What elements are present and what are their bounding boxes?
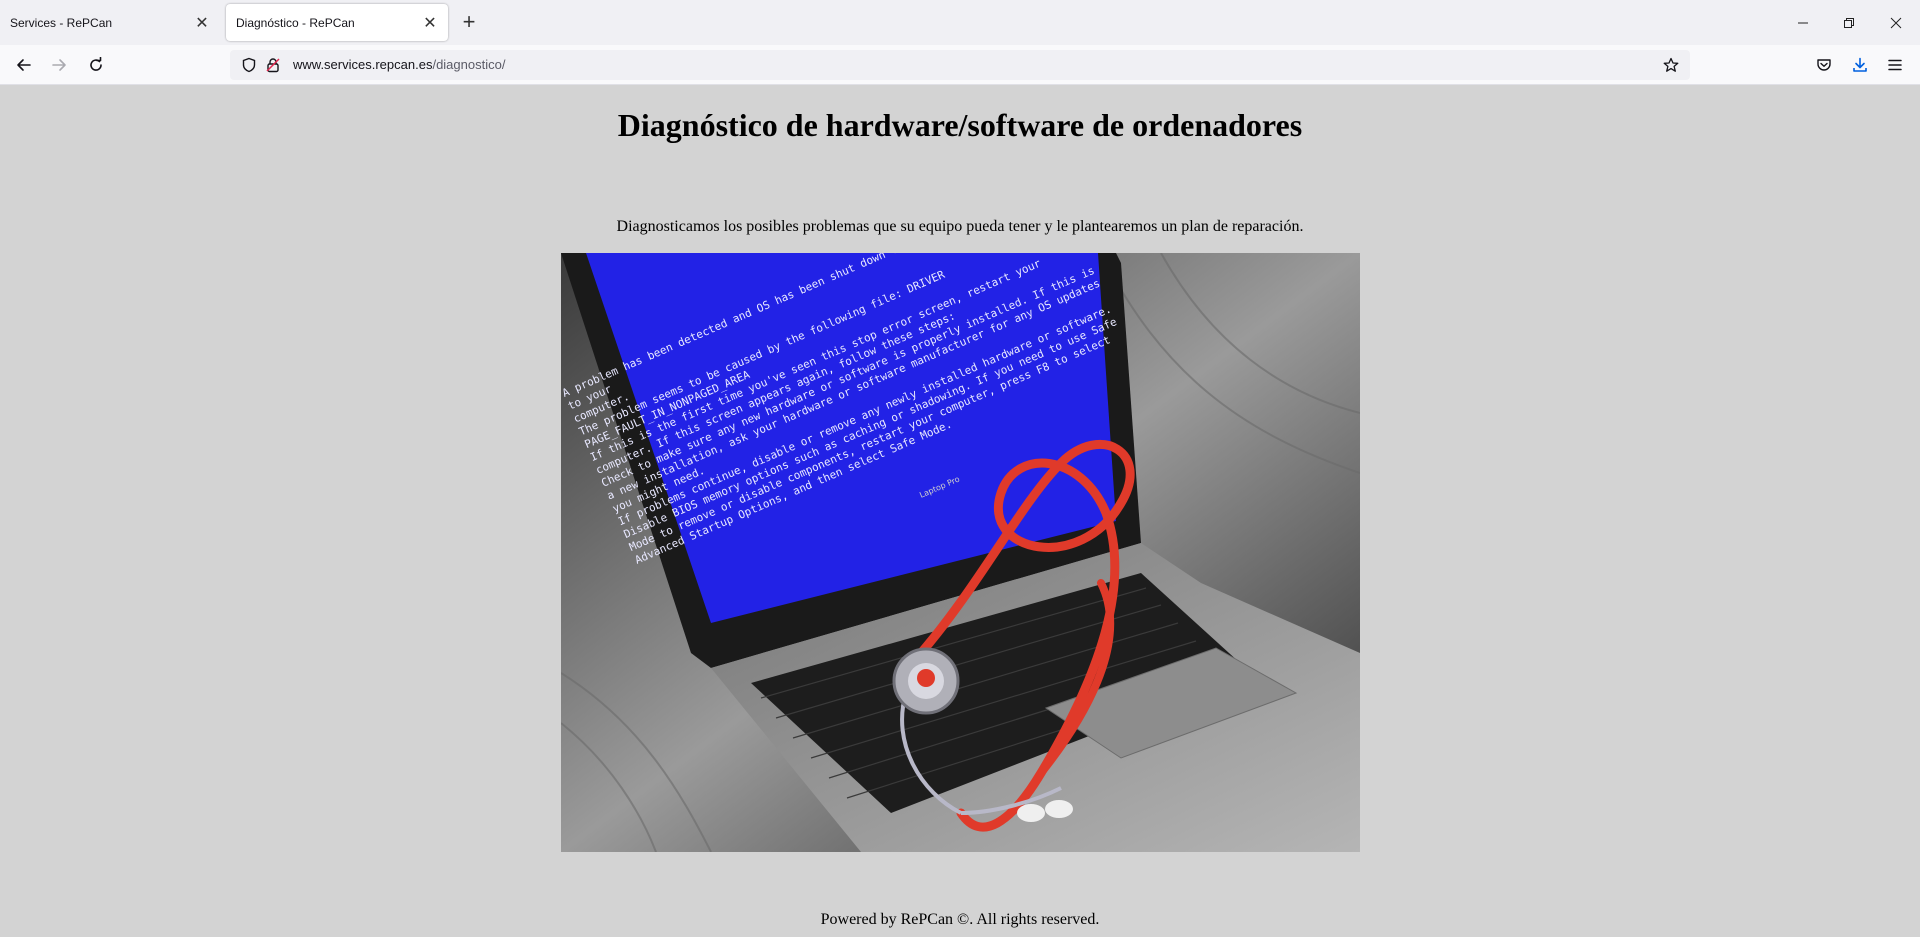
hamburger-menu-icon[interactable] <box>1881 51 1909 79</box>
hero-image: A problem has been detected and OS has b… <box>561 253 1360 852</box>
url-domain: www.services.repcan.es <box>293 57 433 72</box>
laptop-stethoscope-illustration: A problem has been detected and OS has b… <box>561 253 1360 852</box>
footer-text: Powered by RePCan ©. All rights reserved… <box>820 911 1100 928</box>
intro-text: Diagnosticamos los posibles problemas qu… <box>616 218 1304 235</box>
lock-icon[interactable] <box>265 57 281 73</box>
close-window-icon[interactable] <box>1873 0 1919 45</box>
navigation-bar: www.services.repcan.es/diagnostico/ <box>0 45 1920 85</box>
url-bar[interactable]: www.services.repcan.es/diagnostico/ <box>230 50 1690 80</box>
star-icon[interactable] <box>1663 57 1679 73</box>
pocket-icon[interactable] <box>1810 51 1838 79</box>
tab-bar: Services - RePCan ✕ Diagnóstico - RePCan… <box>0 0 1920 45</box>
forward-arrow-icon[interactable] <box>45 51 73 79</box>
tab-diagnostico[interactable]: Diagnóstico - RePCan ✕ <box>226 4 448 41</box>
url-text[interactable]: www.services.repcan.es/diagnostico/ <box>293 57 505 72</box>
tab-title: Diagnóstico - RePCan <box>236 15 355 30</box>
restore-icon[interactable] <box>1826 0 1872 45</box>
close-tab-icon[interactable]: ✕ <box>422 15 438 32</box>
minimize-icon[interactable] <box>1780 0 1826 45</box>
tab-services[interactable]: Services - RePCan ✕ <box>0 4 220 41</box>
plus-icon[interactable]: + <box>457 11 481 35</box>
back-arrow-icon[interactable] <box>10 51 38 79</box>
download-icon[interactable] <box>1846 51 1874 79</box>
tab-title: Services - RePCan <box>10 15 113 30</box>
url-path: /diagnostico/ <box>432 57 506 72</box>
page-title: Diagnóstico de hardware/software de orde… <box>617 107 1303 143</box>
reload-icon[interactable] <box>82 51 110 79</box>
close-tab-icon[interactable]: ✕ <box>194 15 210 32</box>
shield-icon[interactable] <box>241 57 257 73</box>
